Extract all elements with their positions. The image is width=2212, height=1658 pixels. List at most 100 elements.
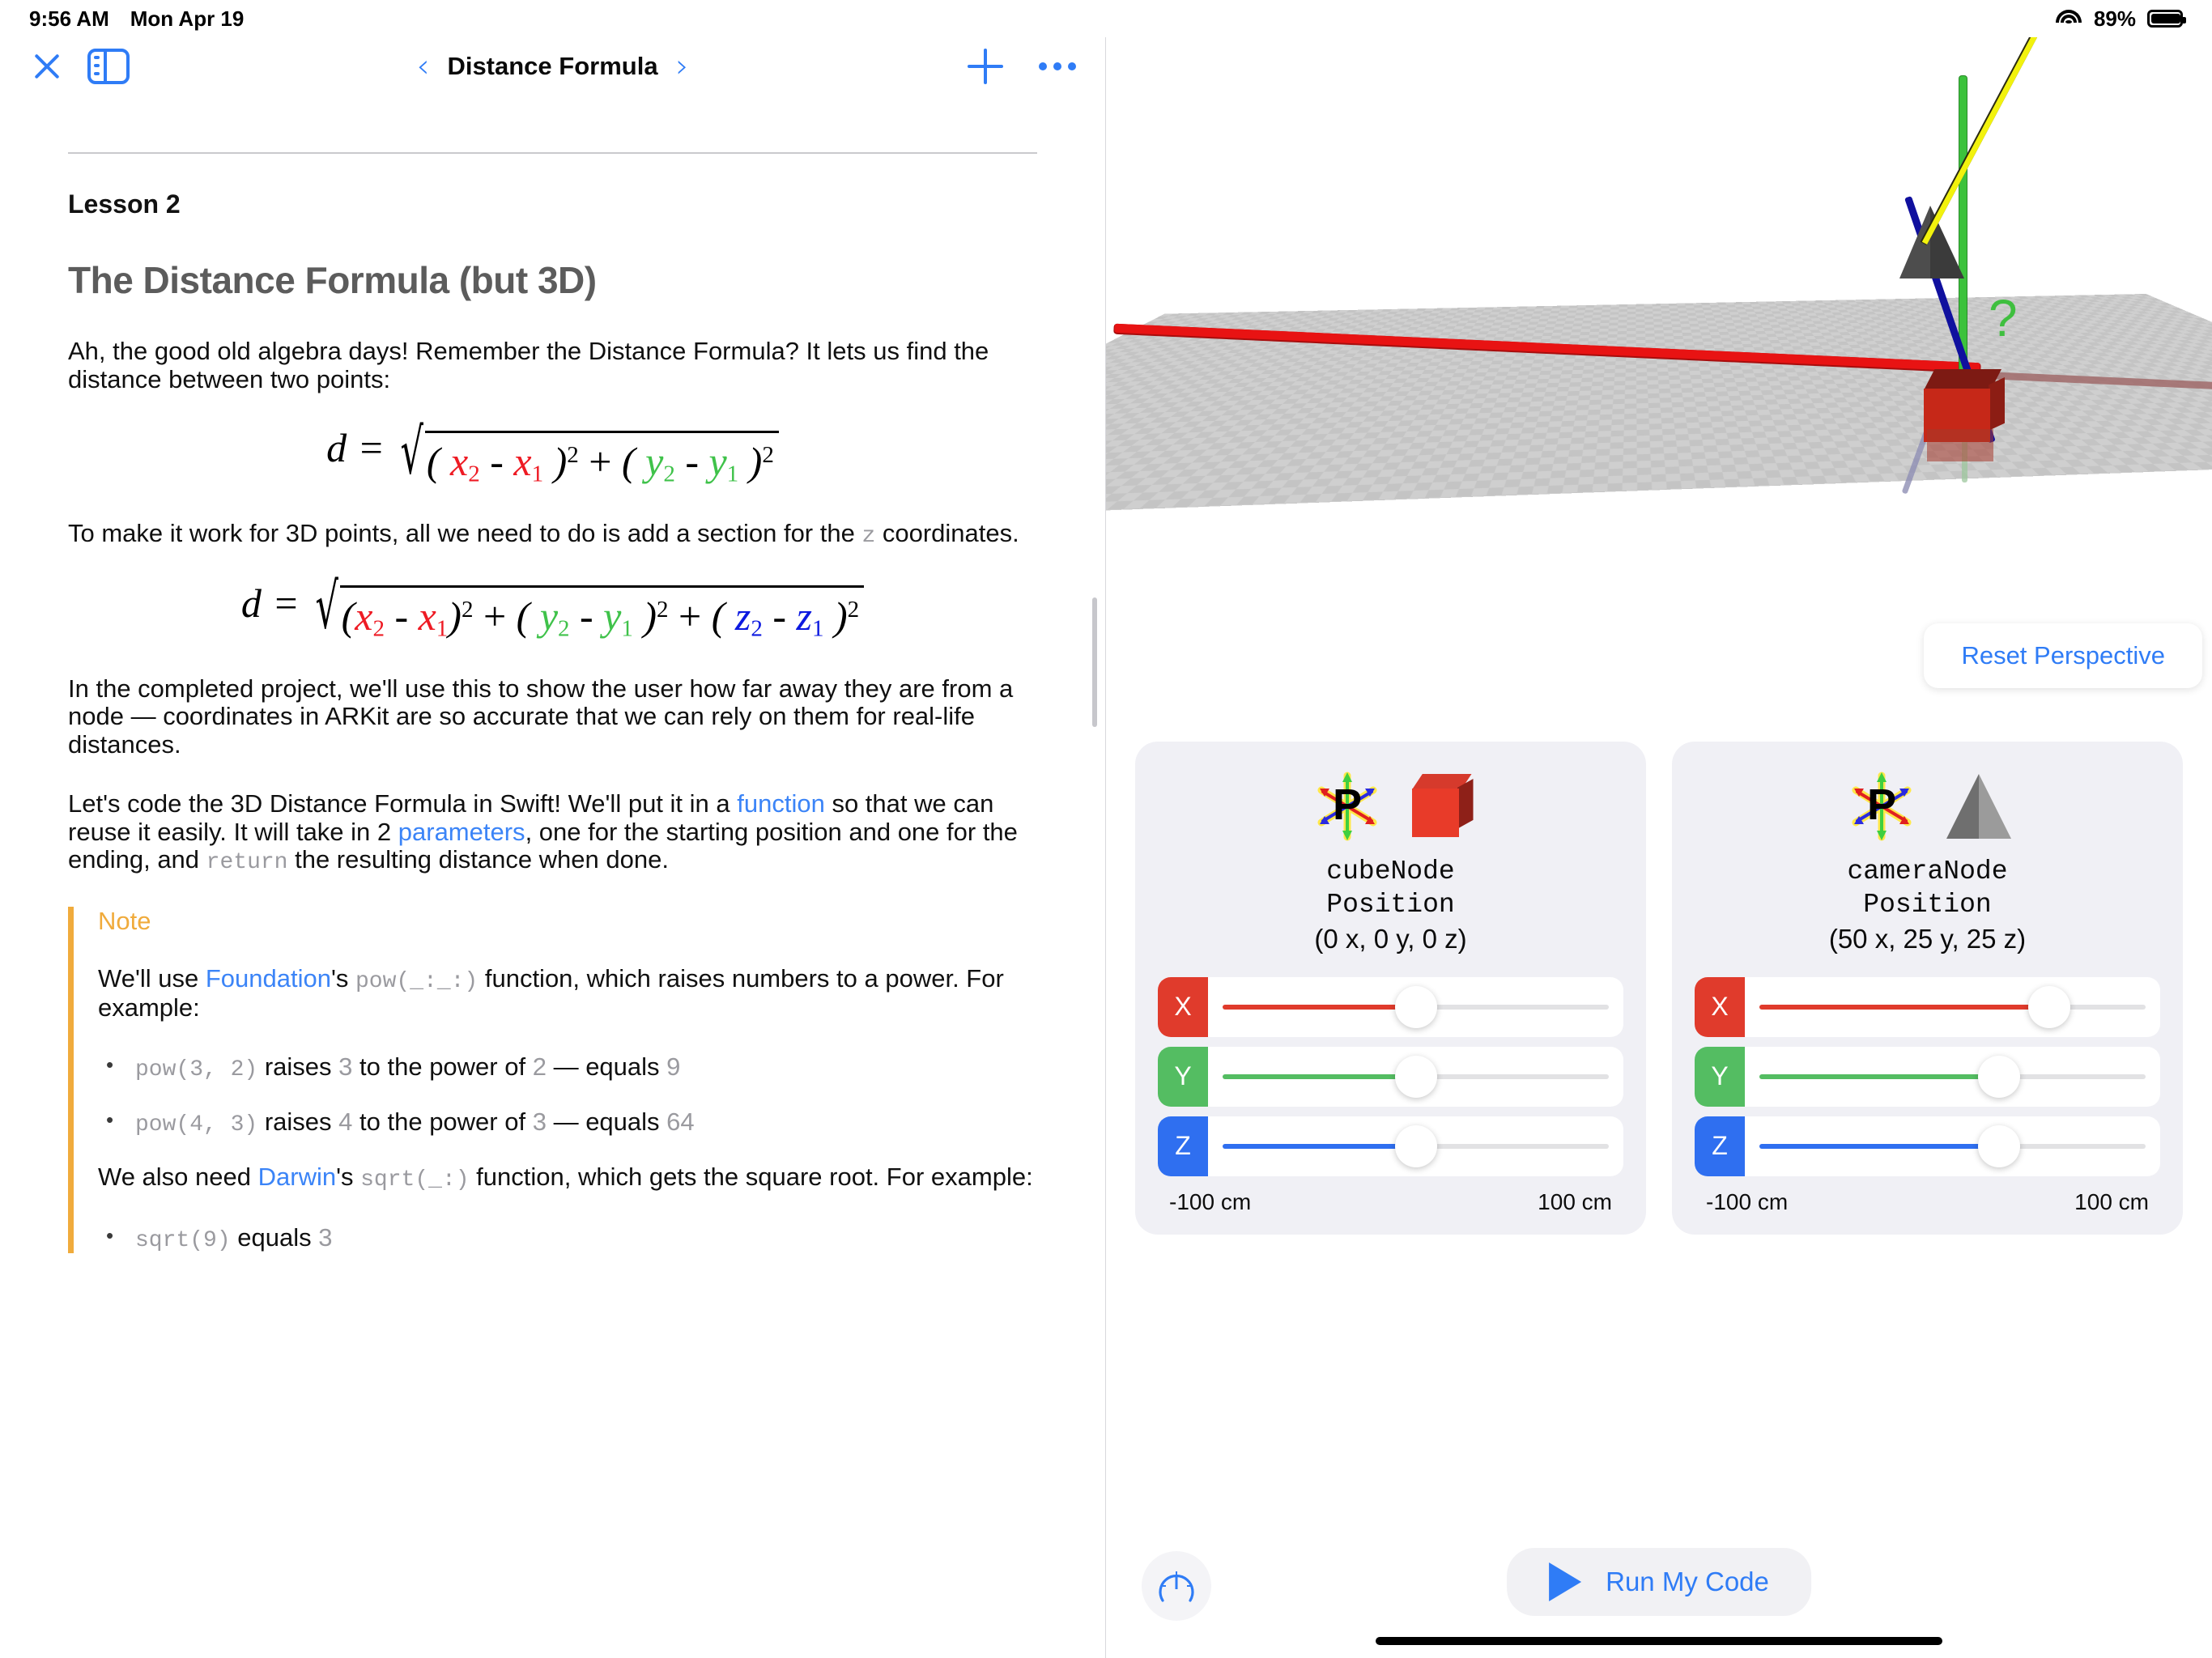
- camera-slider-x-track-area[interactable]: [1745, 977, 2160, 1037]
- swift-paragraph-part-a: Let's code the 3D Distance Formula in Sw…: [68, 789, 738, 818]
- cube-slider-z[interactable]: Z: [1158, 1116, 1623, 1176]
- position-axes-icon: P: [1310, 769, 1385, 844]
- document-scroll-area[interactable]: Lesson 2 The Distance Formula (but 3D) A…: [0, 96, 1105, 1658]
- previous-page-icon[interactable]: ‹: [416, 50, 429, 83]
- app-split-view: ‹ Distance Formula › Lesson 2 The Distan…: [0, 37, 2212, 1658]
- cube-slider-z-track[interactable]: [1223, 1124, 1609, 1167]
- cube-slider-y-track-area[interactable]: [1208, 1047, 1623, 1107]
- pow-text-1: raises: [257, 1052, 339, 1081]
- cube-range-min: -100 cm: [1169, 1188, 1252, 1214]
- camera-slider-y[interactable]: Y: [1695, 1046, 2160, 1107]
- cube-node-subtitle: Position: [1326, 890, 1455, 920]
- live-view-pane: ? Reset Perspective P cubeNode Position …: [1106, 37, 2212, 1658]
- cube-slider-z-track-area[interactable]: [1208, 1116, 1623, 1176]
- document-title-group: ‹ Distance Formula ›: [0, 50, 1105, 83]
- function-link[interactable]: function: [737, 789, 825, 818]
- plus-icon[interactable]: [968, 49, 1003, 84]
- cube-slider-y-label: Y: [1158, 1046, 1208, 1107]
- divider: [68, 152, 1037, 154]
- svg-text:P: P: [1332, 780, 1361, 829]
- camera-slider-x-thumb[interactable]: [2027, 985, 2070, 1028]
- grid-floor: [1106, 293, 2212, 524]
- red-cube-icon: [1411, 774, 1474, 839]
- camera-slider-y-thumb[interactable]: [1977, 1055, 2020, 1098]
- pow-text-3: — equals: [546, 1107, 667, 1137]
- completed-project-paragraph: In the completed project, we'll use this…: [68, 674, 1014, 759]
- camera-slider-y-label: Y: [1695, 1046, 1745, 1107]
- cube-node-sliders: X Y Z: [1158, 976, 1623, 1176]
- cube-slider-x-track[interactable]: [1223, 985, 1609, 1028]
- play-icon: [1549, 1562, 1582, 1601]
- darwin-link[interactable]: Darwin: [258, 1163, 336, 1192]
- note-label: Note: [98, 906, 151, 935]
- sqrt-call-code: sqrt(9): [135, 1227, 231, 1253]
- pow-base: 4: [338, 1107, 353, 1137]
- run-my-code-label: Run My Code: [1606, 1567, 1769, 1596]
- document-toolbar: ‹ Distance Formula ›: [0, 37, 1105, 96]
- sidebar-toggle-icon[interactable]: [87, 49, 130, 84]
- note-sqrt-paragraph: We also need Darwin's sqrt(_:) function,…: [98, 1163, 1037, 1193]
- wifi-icon: [2055, 8, 2082, 29]
- z-inline-code: z: [861, 523, 876, 549]
- camera-slider-range-labels: -100 cm 100 cm: [1695, 1176, 2160, 1215]
- sqrt-result: 3: [318, 1222, 333, 1252]
- cube-slider-y[interactable]: Y: [1158, 1046, 1623, 1107]
- battery-percent: 89%: [2093, 6, 2136, 31]
- sqrt-signature-code: sqrt(_:): [360, 1167, 470, 1193]
- document-content: Lesson 2 The Distance Formula (but 3D) A…: [0, 96, 1105, 1254]
- pow-exponent: 2: [532, 1052, 547, 1081]
- intro-paragraph: Ah, the good old algebra days! Remember …: [68, 337, 989, 393]
- battery-icon: [2147, 10, 2186, 28]
- run-my-code-button[interactable]: Run My Code: [1507, 1548, 1811, 1616]
- cube-card-title: cubeNode Position: [1158, 855, 1623, 922]
- scene-3d-viewport[interactable]: ? Reset Perspective: [1106, 37, 2212, 724]
- camera-node-subtitle: Position: [1863, 890, 1992, 920]
- camera-slider-z-track-area[interactable]: [1745, 1116, 2160, 1176]
- cube-slider-y-thumb[interactable]: [1394, 1055, 1437, 1098]
- parameters-link[interactable]: parameters: [398, 818, 525, 846]
- pow-exponent: 3: [532, 1107, 547, 1137]
- swift-code-paragraph: Let's code the 3D Distance Formula in Sw…: [68, 789, 1037, 876]
- reset-perspective-button[interactable]: Reset Perspective: [1924, 623, 2202, 688]
- cube-slider-range-labels: -100 cm 100 cm: [1158, 1176, 1623, 1215]
- close-icon[interactable]: [29, 49, 65, 84]
- camera-slider-z-track[interactable]: [1759, 1124, 2146, 1167]
- foundation-link[interactable]: Foundation: [206, 964, 331, 993]
- formula-2d: d = √( x2 - x1 )2 + ( y2 - y1 )2: [68, 420, 1037, 487]
- cube-slider-x[interactable]: X: [1158, 976, 1623, 1037]
- note-callout: Note We'll use Foundation's pow(_:_:) fu…: [68, 906, 1037, 1254]
- ellipsis-icon[interactable]: [1039, 62, 1076, 70]
- speed-gauge-icon[interactable]: [1142, 1551, 1211, 1621]
- camera-slider-z-thumb[interactable]: [1977, 1124, 2020, 1167]
- camera-slider-x-label: X: [1695, 976, 1745, 1037]
- sqrt-examples-list: sqrt(9) equals 3: [98, 1222, 1037, 1253]
- status-time: 9:56 AM: [29, 6, 109, 31]
- live-view-bottom-bar: Run My Code: [1106, 1537, 2212, 1658]
- sqrt-text: equals: [230, 1222, 319, 1252]
- toolbar-actions: [968, 49, 1076, 84]
- page-title: Distance Formula: [447, 52, 658, 80]
- cube-slider-z-label: Z: [1158, 1116, 1208, 1176]
- next-page-icon[interactable]: ›: [676, 50, 689, 83]
- camera-node-coordinates: (50 x, 25 y, 25 z): [1828, 923, 2027, 954]
- camera-slider-y-track[interactable]: [1759, 1055, 2146, 1098]
- status-bar-left: 9:56 AM Mon Apr 19: [29, 6, 244, 32]
- pow-result: 9: [666, 1052, 681, 1081]
- note-pow-paragraph: We'll use Foundation's pow(_:_:) functio…: [98, 964, 1037, 1022]
- cube-node-object: [1924, 369, 2005, 461]
- camera-node-name: cameraNode: [1847, 857, 2008, 886]
- distance-question-mark: ?: [1989, 289, 2018, 347]
- camera-slider-y-track-area[interactable]: [1745, 1047, 2160, 1107]
- camera-range-min: -100 cm: [1706, 1188, 1789, 1214]
- cube-slider-z-thumb[interactable]: [1394, 1124, 1437, 1167]
- cube-slider-x-thumb[interactable]: [1394, 985, 1437, 1028]
- cube-slider-y-track[interactable]: [1223, 1055, 1609, 1098]
- camera-slider-z[interactable]: Z: [1695, 1116, 2160, 1176]
- camera-slider-x[interactable]: X: [1695, 976, 2160, 1037]
- camera-card-icons: P: [1695, 769, 2160, 844]
- camera-slider-x-track[interactable]: [1759, 985, 2146, 1028]
- gray-pyramid-icon: [1946, 774, 2011, 839]
- pow-text-3: — equals: [546, 1052, 667, 1081]
- cube-slider-x-track-area[interactable]: [1208, 977, 1623, 1037]
- document-scrollbar[interactable]: [1092, 597, 1097, 727]
